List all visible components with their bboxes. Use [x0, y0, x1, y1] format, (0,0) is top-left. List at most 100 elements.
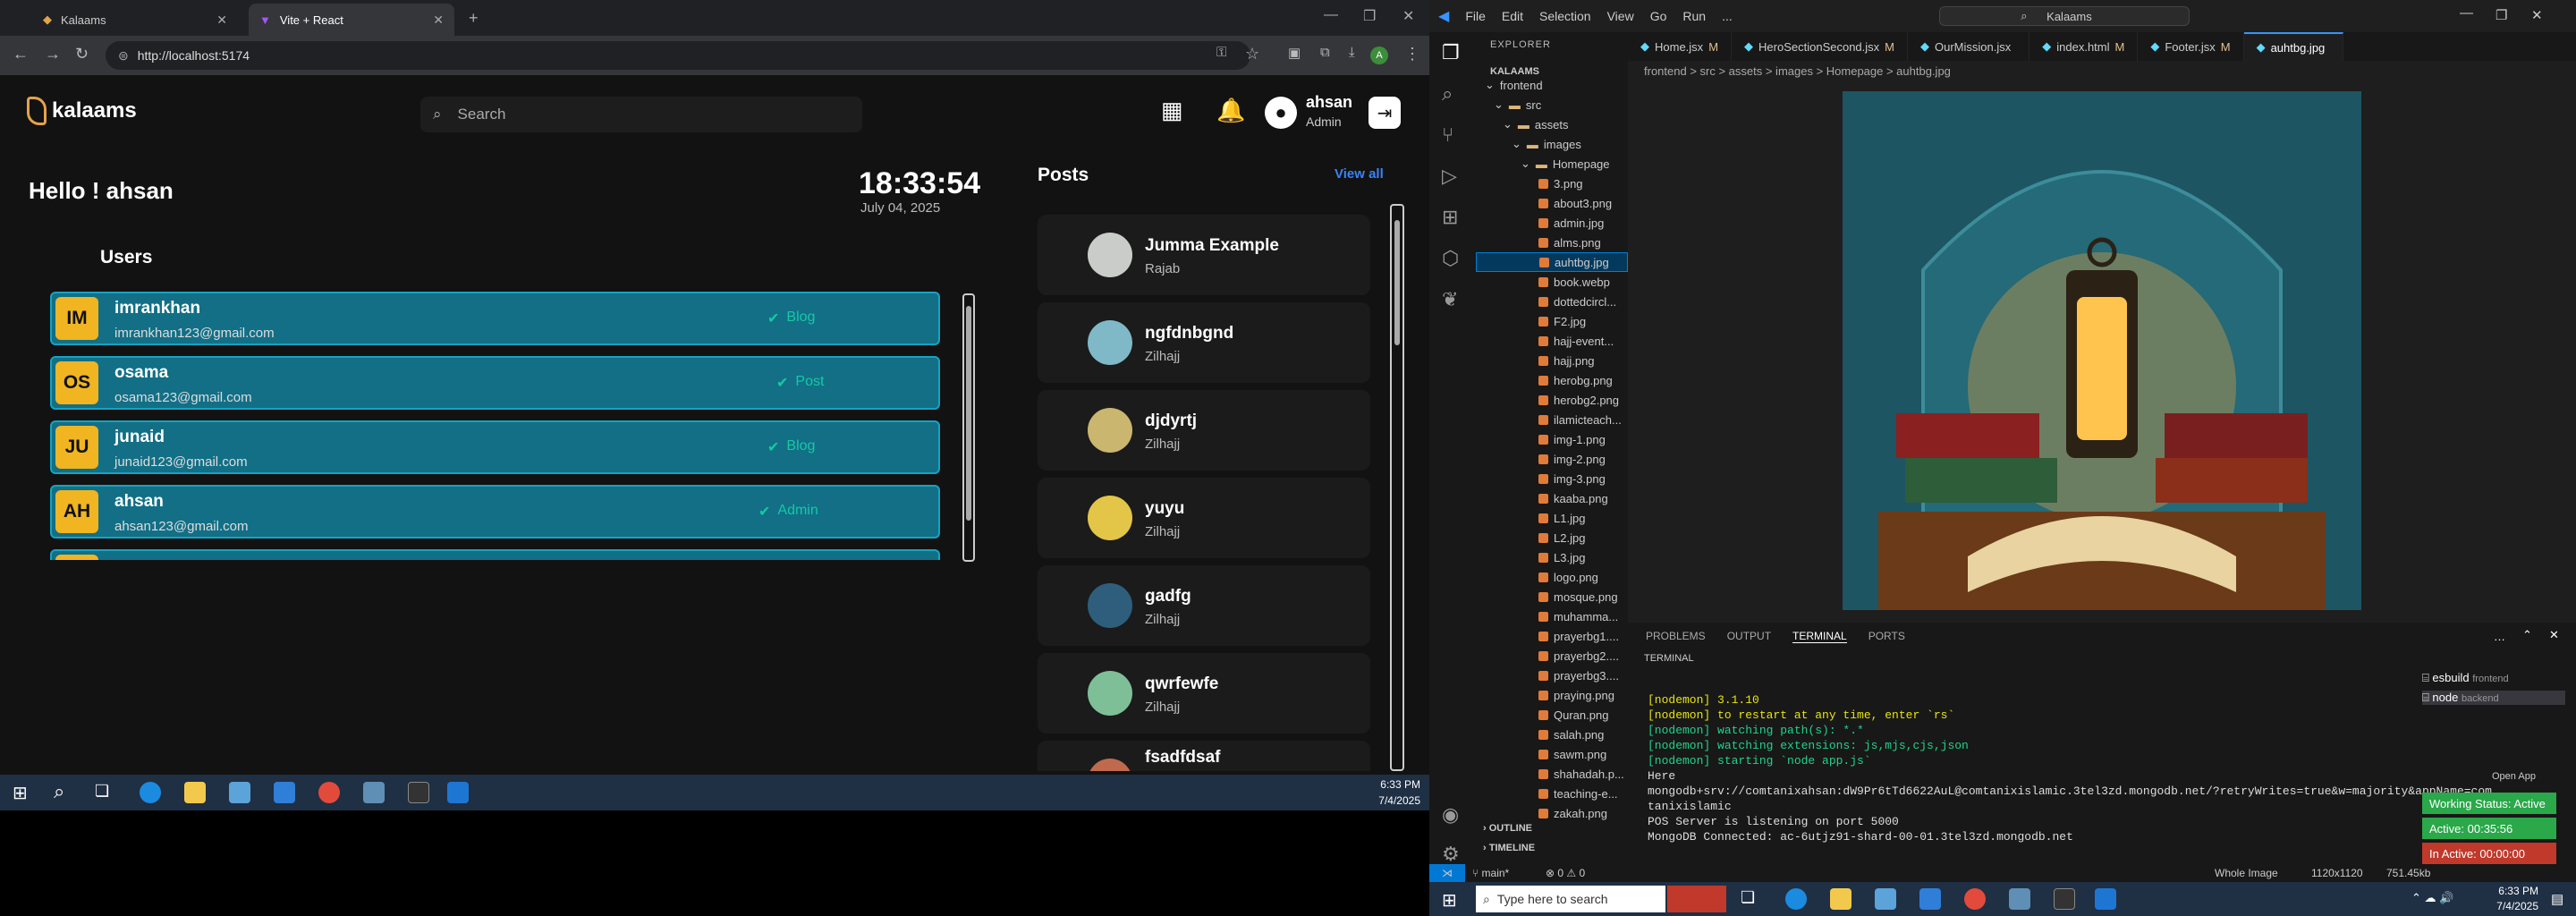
- extension-icon[interactable]: ▣: [1288, 45, 1301, 61]
- post-item[interactable]: Jumma Example Rajab: [1038, 215, 1370, 295]
- store-icon[interactable]: [1875, 888, 1896, 910]
- file-item[interactable]: praying.png: [1476, 685, 1628, 705]
- search-taskbar-icon[interactable]: ⌕: [54, 780, 64, 803]
- file-item[interactable]: admin.jpg: [1476, 213, 1628, 233]
- user-row[interactable]: [50, 549, 940, 560]
- file-item[interactable]: img-1.png: [1476, 429, 1628, 449]
- new-tab-icon[interactable]: +: [469, 9, 479, 28]
- user-info[interactable]: ahsan Admin: [1306, 93, 1352, 129]
- folder-frontend[interactable]: ⌄ frontend: [1485, 75, 1637, 95]
- file-item[interactable]: img-3.png: [1476, 469, 1628, 488]
- reload-icon[interactable]: ↻: [75, 45, 89, 64]
- mail-icon[interactable]: [1919, 888, 1941, 910]
- editor-tab[interactable]: ◆ auhtbg.jpg: [2243, 32, 2344, 61]
- post-item[interactable]: yuyu Zilhajj: [1038, 478, 1370, 558]
- maximize-panel-icon[interactable]: ⌃: [2522, 628, 2532, 642]
- system-tray-icons[interactable]: ⌃ ☁ 🔊: [2411, 891, 2453, 905]
- image-zoom-mode[interactable]: Whole Image: [2215, 867, 2278, 879]
- vscode-icon[interactable]: [2095, 888, 2116, 910]
- remote-status-icon[interactable]: ⋊: [1429, 864, 1465, 882]
- active-time-button[interactable]: Active: 00:35:56: [2422, 818, 2556, 839]
- close-panel-icon[interactable]: ✕: [2549, 628, 2559, 642]
- file-item[interactable]: 3.png: [1476, 174, 1628, 193]
- terminal-icon[interactable]: [408, 782, 429, 803]
- file-item[interactable]: prayerbg1....: [1476, 626, 1628, 646]
- file-explorer-icon[interactable]: [184, 782, 206, 803]
- user-row[interactable]: AH ahsan ahsan123@gmail.com ✔ Admin: [50, 485, 940, 539]
- taskbar-clock[interactable]: 6:33 PM 7/4/2025: [2476, 884, 2538, 914]
- terminal-item-esbuild[interactable]: ⌸ esbuild frontend: [2422, 671, 2509, 685]
- account-icon[interactable]: ◉: [1442, 803, 1459, 827]
- chrome-icon[interactable]: [1964, 888, 1986, 910]
- file-item[interactable]: salah.png: [1476, 725, 1628, 744]
- menu-selection[interactable]: Selection: [1539, 9, 1591, 23]
- menu-edit[interactable]: Edit: [1502, 9, 1523, 23]
- file-item[interactable]: sawm.png: [1476, 744, 1628, 764]
- terminal-icon[interactable]: [2054, 888, 2075, 910]
- profile-avatar[interactable]: A: [1370, 47, 1388, 64]
- app-icon[interactable]: [2009, 888, 2030, 910]
- close-tab-icon[interactable]: ✕: [216, 13, 227, 28]
- outline-section[interactable]: › OUTLINE: [1483, 823, 1532, 834]
- maximize-icon[interactable]: ❐: [1363, 7, 1376, 25]
- file-item[interactable]: hajj.png: [1476, 351, 1628, 370]
- source-control-icon[interactable]: ⑂: [1442, 123, 1453, 147]
- file-item[interactable]: herobg2.png: [1476, 390, 1628, 410]
- file-item[interactable]: prayerbg2....: [1476, 646, 1628, 666]
- file-item[interactable]: muhamma...: [1476, 606, 1628, 626]
- minimize-icon[interactable]: —: [2460, 5, 2473, 21]
- file-item[interactable]: about3.png: [1476, 193, 1628, 213]
- menu-run[interactable]: Run: [1682, 9, 1706, 23]
- post-item[interactable]: fsadfdsaf: [1038, 741, 1370, 771]
- user-avatar-icon[interactable]: ●: [1265, 97, 1297, 129]
- notification-icon[interactable]: ▤: [2551, 891, 2563, 907]
- more-actions-icon[interactable]: …: [2494, 630, 2505, 643]
- file-item[interactable]: ilamicteach...: [1476, 410, 1628, 429]
- mail-icon[interactable]: [274, 782, 295, 803]
- editor-tab[interactable]: ◆ Home.jsx M: [1628, 32, 1733, 61]
- close-window-icon[interactable]: ✕: [2531, 7, 2543, 23]
- address-bar[interactable]: ⊜ http://localhost:5174: [106, 41, 1250, 70]
- user-row[interactable]: IM imrankhan imrankhan123@gmail.com ✔ Blo…: [50, 292, 940, 345]
- open-app-label[interactable]: Open App: [2492, 771, 2536, 782]
- command-center[interactable]: ⌕ Kalaams: [1939, 6, 2190, 26]
- tab-terminal[interactable]: TERMINAL: [1792, 630, 1847, 643]
- menu-more[interactable]: ...: [1722, 9, 1733, 23]
- file-item[interactable]: book.webp: [1476, 272, 1628, 292]
- windows-start-icon[interactable]: ⊞: [13, 782, 28, 804]
- user-row[interactable]: JU junaid junaid123@gmail.com ✔ Blog: [50, 420, 940, 474]
- edge-icon[interactable]: [140, 782, 161, 803]
- breadcrumb[interactable]: frontend > src > assets > images > Homep…: [1644, 64, 1951, 78]
- close-window-icon[interactable]: ✕: [1402, 7, 1414, 25]
- post-item[interactable]: qwrfewfe Zilhajj: [1038, 653, 1370, 734]
- menu-view[interactable]: View: [1607, 9, 1634, 23]
- extensions-icon[interactable]: ⧉: [1320, 45, 1330, 60]
- explorer-files-icon[interactable]: ❐: [1442, 41, 1460, 64]
- windows-start-icon[interactable]: ⊞: [1442, 889, 1457, 912]
- apps-grid-icon[interactable]: ▦: [1161, 97, 1183, 124]
- menu-file[interactable]: File: [1465, 9, 1486, 23]
- file-item[interactable]: alms.png: [1476, 233, 1628, 252]
- file-item[interactable]: logo.png: [1476, 567, 1628, 587]
- file-item[interactable]: auhtbg.jpg: [1476, 252, 1628, 272]
- extensions-icon[interactable]: ⊞: [1442, 206, 1458, 229]
- app-logo[interactable]: kalaams: [27, 97, 137, 125]
- posts-list[interactable]: Jumma Example Rajab ngfdnbgnd Zilhajj dj…: [1038, 204, 1377, 771]
- file-item[interactable]: img-2.png: [1476, 449, 1628, 469]
- folder-assets[interactable]: ⌄ ▬ assets: [1503, 114, 1655, 134]
- menu-go[interactable]: Go: [1650, 9, 1667, 23]
- task-view-icon[interactable]: ❏: [95, 782, 109, 801]
- working-status-button[interactable]: Working Status: Active: [2422, 793, 2556, 814]
- bell-icon[interactable]: 🔔: [1216, 97, 1245, 124]
- search-bar[interactable]: ⌕ Search: [420, 97, 862, 132]
- settings-gear-icon[interactable]: ⚙: [1442, 843, 1460, 866]
- file-item[interactable]: L1.jpg: [1476, 508, 1628, 528]
- git-branch[interactable]: ⑂ main*: [1472, 867, 1509, 879]
- taskbar-search[interactable]: ⌕ Type here to search: [1476, 886, 1665, 912]
- post-item[interactable]: gadfg Zilhajj: [1038, 565, 1370, 646]
- terminal-item-node[interactable]: ⌸ node backend: [2422, 691, 2565, 705]
- post-item[interactable]: djdyrtj Zilhajj: [1038, 390, 1370, 471]
- folder-images[interactable]: ⌄ ▬ images: [1512, 134, 1664, 154]
- file-item[interactable]: zakah.png: [1476, 803, 1628, 823]
- file-item[interactable]: herobg.png: [1476, 370, 1628, 390]
